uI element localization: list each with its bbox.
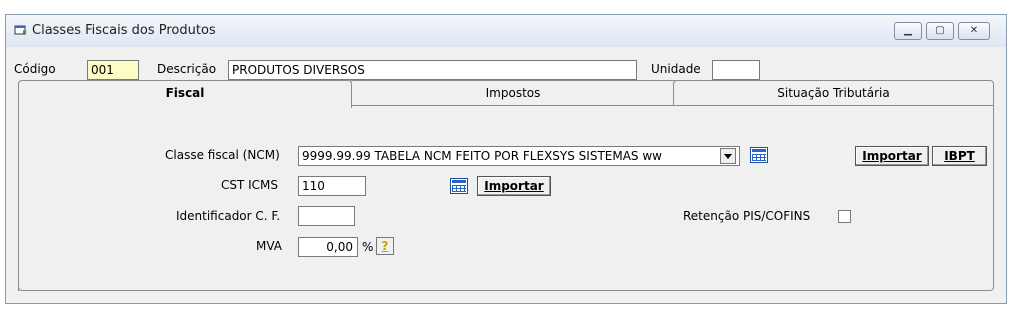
minimize-icon: ▁ [904, 25, 912, 36]
chevron-down-icon [724, 154, 732, 159]
close-icon: ✕ [969, 25, 979, 36]
classe-fiscal-label: Classe fiscal (NCM) [165, 148, 280, 162]
tab-fiscal[interactable]: Fiscal [18, 80, 352, 108]
maximize-icon: ▢ [935, 25, 945, 36]
codigo-field[interactable]: 001 [87, 60, 139, 80]
retencao-checkbox[interactable] [838, 210, 851, 223]
descricao-label: Descrição [157, 62, 217, 76]
retencao-label: Retenção PIS/COFINS [683, 209, 811, 223]
ibpt-button[interactable]: IBPT [932, 146, 987, 166]
identificador-field[interactable] [298, 206, 355, 226]
classe-fiscal-dropdown-button[interactable] [720, 148, 736, 164]
minimize-button[interactable]: ▁ [894, 22, 922, 40]
classe-fiscal-combo[interactable]: 9999.99.99 TABELA NCM FEITO POR FLEXSYS … [298, 146, 740, 166]
close-button[interactable]: ✕ [958, 22, 990, 40]
mva-field[interactable]: 0,00 [298, 237, 358, 257]
maximize-button[interactable]: ▢ [926, 22, 954, 40]
importar-cst-button[interactable]: Importar [477, 176, 551, 196]
identificador-label: Identificador C. F. [176, 209, 281, 223]
importar-ncm-button[interactable]: Importar [855, 146, 929, 166]
descricao-field[interactable]: PRODUTOS DIVERSOS [228, 60, 637, 80]
title-bar: Classes Fiscais dos Produtos ▁ ▢ ✕ [6, 15, 1006, 47]
window-app-icon [14, 25, 27, 35]
table-icon[interactable] [750, 147, 768, 163]
tab-fiscal-label: Fiscal [165, 86, 205, 100]
unidade-label: Unidade [651, 62, 701, 76]
mva-unit: % [362, 240, 374, 254]
table-icon[interactable] [450, 178, 468, 194]
help-button[interactable]: ? [376, 237, 394, 255]
unidade-field[interactable] [712, 60, 760, 80]
cst-icms-label: CST ICMS [221, 178, 279, 192]
cst-icms-field[interactable]: 110 [298, 176, 366, 196]
mva-label: MVA [256, 239, 283, 253]
window-title: Classes Fiscais dos Produtos [32, 23, 216, 38]
panel-left-border [18, 105, 19, 291]
codigo-label: Código [14, 62, 56, 76]
